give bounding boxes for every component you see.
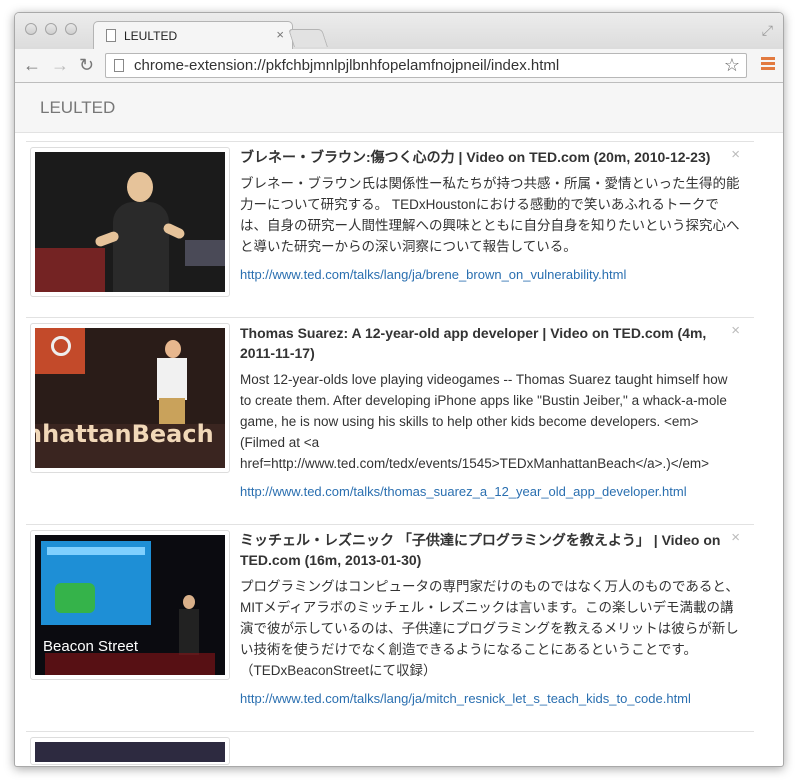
video-thumbnail[interactable] bbox=[30, 737, 230, 765]
close-window-button[interactable] bbox=[25, 23, 37, 35]
video-title[interactable]: Thomas Suarez: A 12-year-old app develop… bbox=[240, 323, 740, 363]
forward-icon[interactable]: → bbox=[51, 55, 69, 75]
browser-toolbar: ← → ↻ chrome-extension://pkfchbjmnlpjlbn… bbox=[15, 49, 783, 83]
app-title[interactable]: LEULTED bbox=[40, 98, 115, 118]
thumbnail-image: nhattanBeach bbox=[35, 328, 225, 468]
page-icon bbox=[106, 29, 116, 42]
list-item bbox=[26, 731, 754, 765]
list-item: nhattanBeach Thomas Suarez: A 12-year-ol… bbox=[26, 317, 754, 524]
back-icon[interactable]: ← bbox=[23, 55, 41, 75]
page-icon bbox=[114, 59, 124, 72]
url-text[interactable]: chrome-extension://pkfchbjmnlpjlbnhfopel… bbox=[134, 57, 559, 74]
zoom-window-button[interactable] bbox=[65, 23, 77, 35]
video-link[interactable]: http://www.ted.com/talks/lang/ja/brene_b… bbox=[240, 267, 740, 282]
video-description: プログラミングはコンピュータの専門家だけのものではなく万人のものであると、MIT… bbox=[240, 579, 739, 678]
thumbnail-text: nhattanBeach bbox=[35, 420, 214, 448]
new-tab-button[interactable] bbox=[288, 29, 328, 47]
title-bar: LEULTED × ⤢ bbox=[15, 13, 783, 49]
tab-title: LEULTED bbox=[124, 29, 178, 43]
menu-icon[interactable] bbox=[761, 57, 775, 72]
video-thumbnail[interactable] bbox=[30, 147, 230, 297]
app-header: LEULTED bbox=[15, 83, 783, 133]
thumbnail-image bbox=[35, 152, 225, 292]
remove-item-icon[interactable]: × bbox=[731, 529, 740, 546]
video-list: ブレネー・ブラウン:傷つく心の力 | Video on TED.com (20m… bbox=[26, 141, 754, 765]
video-title[interactable]: ミッチェル・レズニック 「子供達にプログラミングを教えよう」 | Video o… bbox=[240, 530, 740, 570]
video-thumbnail[interactable]: nhattanBeach bbox=[30, 323, 230, 473]
thumbnail-image bbox=[35, 742, 225, 762]
list-item: ブレネー・ブラウン:傷つく心の力 | Video on TED.com (20m… bbox=[26, 141, 754, 317]
thumbnail-image: Beacon Street bbox=[35, 535, 225, 675]
thumbnail-text: Beacon Street bbox=[43, 638, 139, 655]
item-content: Thomas Suarez: A 12-year-old app develop… bbox=[240, 323, 740, 499]
remove-item-icon[interactable]: × bbox=[731, 146, 740, 163]
browser-tab[interactable]: LEULTED × bbox=[93, 21, 293, 49]
video-description: ブレネー・ブラウン氏は関係性ー私たちが持つ共感・所属・愛情といった生得的能力ーに… bbox=[240, 176, 740, 254]
video-description: Most 12-year-olds love playing videogame… bbox=[240, 372, 728, 471]
remove-item-icon[interactable]: × bbox=[731, 322, 740, 339]
item-content: ブレネー・ブラウン:傷つく心の力 | Video on TED.com (20m… bbox=[240, 147, 740, 282]
address-bar[interactable]: chrome-extension://pkfchbjmnlpjlbnhfopel… bbox=[105, 53, 747, 78]
fullscreen-icon[interactable]: ⤢ bbox=[762, 22, 773, 39]
tab-close-icon[interactable]: × bbox=[276, 27, 284, 42]
item-content: ミッチェル・レズニック 「子供達にプログラミングを教えよう」 | Video o… bbox=[240, 530, 740, 706]
video-link[interactable]: http://www.ted.com/talks/thomas_suarez_a… bbox=[240, 484, 740, 499]
minimize-window-button[interactable] bbox=[45, 23, 57, 35]
list-item: Beacon Street ミッチェル・レズニック 「子供達にプログラミングを教… bbox=[26, 524, 754, 731]
video-title[interactable]: ブレネー・ブラウン:傷つく心の力 | Video on TED.com (20m… bbox=[240, 147, 740, 167]
video-thumbnail[interactable]: Beacon Street bbox=[30, 530, 230, 680]
video-link[interactable]: http://www.ted.com/talks/lang/ja/mitch_r… bbox=[240, 691, 740, 706]
reload-icon[interactable]: ↻ bbox=[79, 55, 94, 75]
bookmark-star-icon[interactable]: ☆ bbox=[724, 55, 740, 76]
